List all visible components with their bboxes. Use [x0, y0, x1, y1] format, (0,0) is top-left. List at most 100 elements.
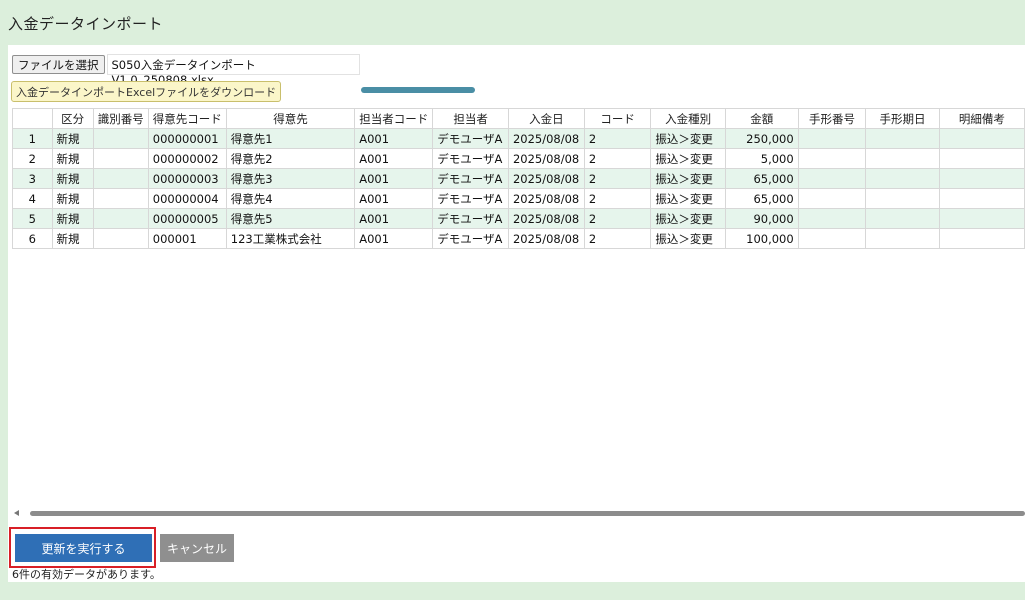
cell-row-number: 3: [12, 168, 53, 189]
cell-code: 2: [583, 168, 652, 189]
cell-payment-date: 2025/08/08: [507, 128, 585, 149]
cell-note-number: [797, 208, 867, 229]
execute-update-button[interactable]: 更新を実行する: [15, 534, 152, 562]
cell-note-due-date: [865, 188, 940, 209]
cell-note-number: [797, 228, 867, 249]
cell-category: 新規: [51, 128, 94, 149]
cell-category: 新規: [51, 148, 94, 169]
table-row[interactable]: 1 新規 000000001 得意先1 A001 デモユーザA 2025/08/08 2 振込＞…: [12, 128, 1025, 149]
cell-staff: デモユーザA: [432, 128, 509, 149]
column-header-code: コード: [583, 108, 652, 129]
cell-payment-date: 2025/08/08: [507, 148, 585, 169]
cell-staff: デモユーザA: [432, 168, 509, 189]
cell-customer-code: 000001: [147, 228, 227, 249]
table-row[interactable]: 3 新規 000000003 得意先3 A001 デモユーザA 2025/08/08 2 振込＞…: [12, 168, 1025, 189]
cell-code: 2: [583, 188, 652, 209]
cell-id-number: [92, 208, 149, 229]
cell-id-number: [92, 168, 149, 189]
cell-payment-type: 振込＞変更: [650, 188, 726, 209]
table-row[interactable]: 2 新規 000000002 得意先2 A001 デモユーザA 2025/08/08 2 振込＞…: [12, 148, 1025, 169]
cell-note-due-date: [865, 148, 940, 169]
cell-payment-type: 振込＞変更: [650, 168, 726, 189]
table-row[interactable]: 6 新規 000001 123工業株式会社 A001 デモユーザA 2025/08/08 2 振…: [12, 228, 1025, 249]
horizontal-scrollbar[interactable]: [14, 508, 1025, 518]
import-data-table: 区分 識別番号 得意先コード 得意先 担当者コード 担当者 入金日 コード 入金種別 金額 手形番号…: [12, 108, 1025, 249]
cell-amount: 90,000: [724, 208, 799, 229]
column-header-payment-type: 入金種別: [650, 108, 726, 129]
column-header-category: 区分: [51, 108, 94, 129]
cell-category: 新規: [51, 228, 94, 249]
cell-category: 新規: [51, 188, 94, 209]
cell-payment-date: 2025/08/08: [507, 188, 585, 209]
cell-staff: デモユーザA: [432, 208, 509, 229]
cell-staff-code: A001: [354, 148, 434, 169]
progress-bar: [361, 87, 475, 93]
cell-customer-code: 000000002: [147, 148, 227, 169]
cell-payment-type: 振込＞変更: [650, 228, 726, 249]
cell-payment-type: 振込＞変更: [650, 148, 726, 169]
cell-detail-memo: [938, 168, 1025, 189]
cell-payment-type: 振込＞変更: [650, 128, 726, 149]
cell-staff-code: A001: [354, 128, 434, 149]
cell-customer-code: 000000001: [147, 128, 227, 149]
column-header-payment-date: 入金日: [507, 108, 585, 129]
cell-note-number: [797, 148, 867, 169]
scroll-left-icon[interactable]: [14, 510, 19, 516]
cell-note-number: [797, 168, 867, 189]
cell-note-number: [797, 188, 867, 209]
column-header-staff-code: 担当者コード: [354, 108, 434, 129]
cell-detail-memo: [938, 188, 1025, 209]
cell-staff-code: A001: [354, 208, 434, 229]
column-header-id-number: 識別番号: [92, 108, 149, 129]
cell-note-number: [797, 128, 867, 149]
cell-customer-code: 000000005: [147, 208, 227, 229]
column-header-note-number: 手形番号: [797, 108, 867, 129]
cell-row-number: 4: [12, 188, 53, 209]
table-header-row: 区分 識別番号 得意先コード 得意先 担当者コード 担当者 入金日 コード 入金種別 金額 手形番号…: [12, 108, 1025, 129]
cell-customer: 123工業株式会社: [225, 228, 356, 249]
cell-amount: 250,000: [724, 128, 799, 149]
cell-staff: デモユーザA: [432, 188, 509, 209]
cell-id-number: [92, 228, 149, 249]
cell-customer: 得意先4: [225, 188, 356, 209]
cell-detail-memo: [938, 128, 1025, 149]
cancel-button[interactable]: キャンセル: [160, 534, 234, 562]
cell-row-number: 1: [12, 128, 53, 149]
file-select-button[interactable]: ファイルを選択: [12, 55, 105, 74]
cell-code: 2: [583, 128, 652, 149]
status-message: 6件の有効データがあります。: [12, 568, 161, 581]
cell-code: 2: [583, 228, 652, 249]
cell-staff: デモユーザA: [432, 228, 509, 249]
cell-staff-code: A001: [354, 168, 434, 189]
cell-customer: 得意先5: [225, 208, 356, 229]
column-header-detail-memo: 明細備考: [938, 108, 1025, 129]
cell-code: 2: [583, 148, 652, 169]
column-header-row-number: [12, 108, 53, 129]
cell-amount: 5,000: [724, 148, 799, 169]
table-row[interactable]: 5 新規 000000005 得意先5 A001 デモユーザA 2025/08/08 2 振込＞…: [12, 208, 1025, 229]
cell-customer: 得意先2: [225, 148, 356, 169]
page-title: 入金データインポート: [8, 15, 164, 33]
file-name-field: S050入金データインポートV1.0_250808.xlsx: [106, 54, 360, 87]
cell-payment-type: 振込＞変更: [650, 208, 726, 229]
cell-amount: 65,000: [724, 168, 799, 189]
table-row[interactable]: 4 新規 000000004 得意先4 A001 デモユーザA 2025/08/08 2 振込＞…: [12, 188, 1025, 209]
cell-category: 新規: [51, 168, 94, 189]
cell-payment-date: 2025/08/08: [507, 208, 585, 229]
cell-code: 2: [583, 208, 652, 229]
cell-id-number: [92, 148, 149, 169]
cell-staff-code: A001: [354, 188, 434, 209]
column-header-customer-code: 得意先コード: [147, 108, 227, 129]
column-header-staff: 担当者: [432, 108, 509, 129]
cell-note-due-date: [865, 168, 940, 189]
download-template-button[interactable]: 入金データインポートExcelファイルをダウンロード: [11, 81, 282, 102]
cell-category: 新規: [51, 208, 94, 229]
cell-row-number: 5: [12, 208, 53, 229]
cell-payment-date: 2025/08/08: [507, 168, 585, 189]
cell-detail-memo: [938, 148, 1025, 169]
cell-customer: 得意先3: [225, 168, 356, 189]
cell-note-due-date: [865, 228, 940, 249]
cell-customer-code: 000000004: [147, 188, 227, 209]
scrollbar-thumb[interactable]: [30, 511, 1025, 516]
cell-note-due-date: [865, 208, 940, 229]
